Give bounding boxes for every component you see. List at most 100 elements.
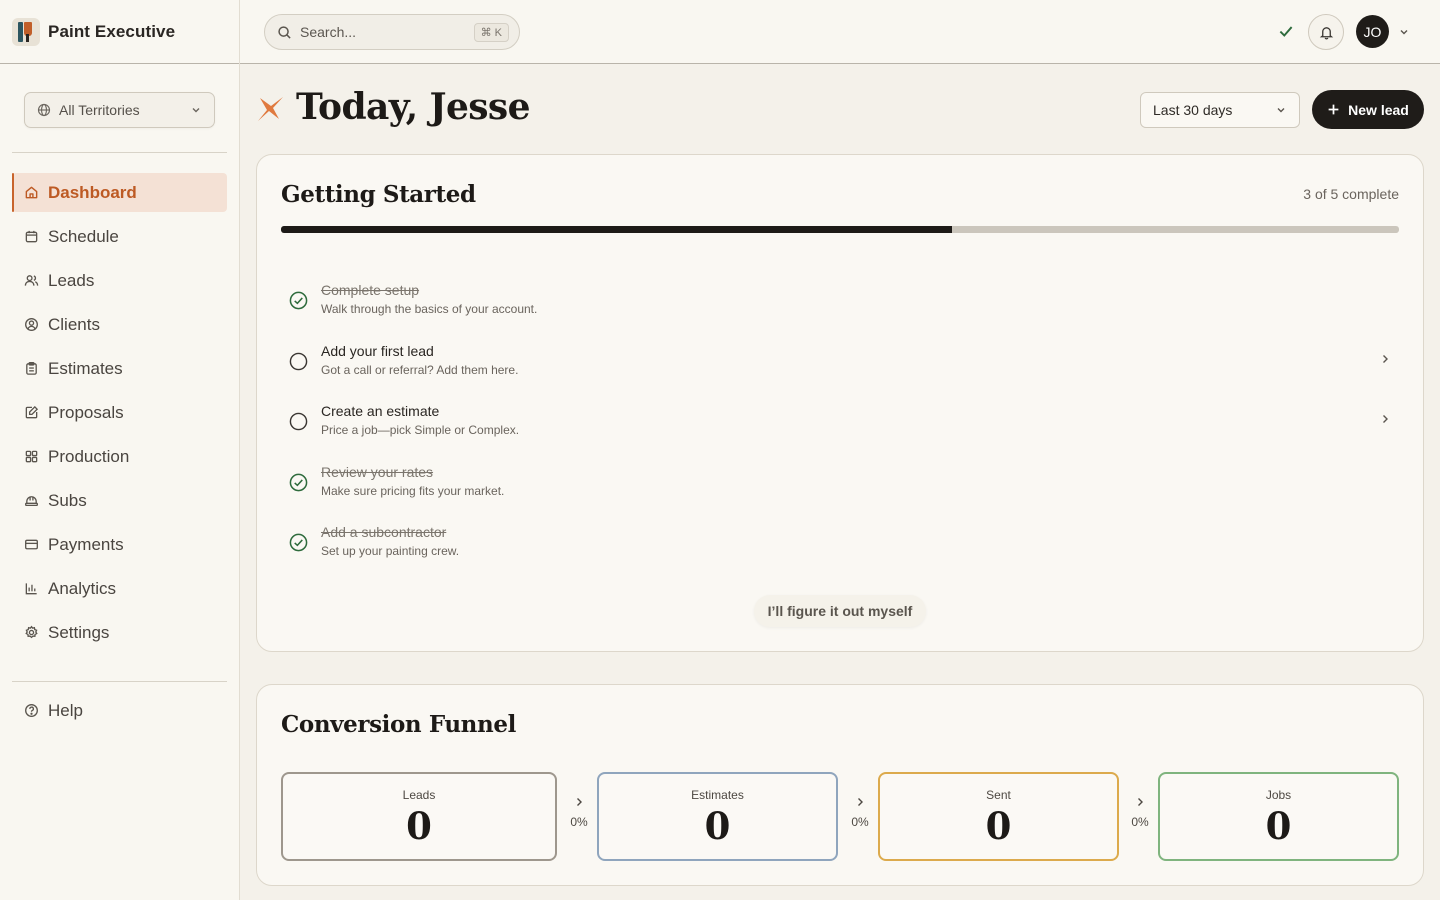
task-title: Create an estimate xyxy=(321,403,440,419)
funnel-stage-leads[interactable]: Leads 0 xyxy=(281,772,557,861)
task-description: Make sure pricing fits your market. xyxy=(321,484,505,498)
funnel-stage-estimates[interactable]: Estimates 0 xyxy=(597,772,838,861)
chevron-right-icon xyxy=(1383,355,1388,363)
stage-label: Sent xyxy=(986,788,1011,802)
stage-label: Jobs xyxy=(1265,788,1292,802)
task-create-estimate[interactable]: Create an estimate Price a job—pick Simp… xyxy=(281,403,1399,443)
sidebar-item-schedule[interactable]: Schedule xyxy=(12,217,227,256)
globe-icon xyxy=(37,103,51,117)
new-lead-label: New lead xyxy=(1348,101,1409,118)
date-range-value: Last 30 days xyxy=(1153,102,1233,118)
credit-card-icon xyxy=(25,539,38,550)
funnel-connector: 0% xyxy=(840,795,880,829)
sidebar-item-label: Leads xyxy=(48,270,95,290)
sidebar-item-label: Clients xyxy=(48,314,100,334)
task-description: Price a job—pick Simple or Complex. xyxy=(321,423,520,437)
grid-icon xyxy=(25,450,38,463)
sidebar-item-clients[interactable]: Clients xyxy=(12,305,227,344)
brand-name: Paint Executive xyxy=(48,21,176,41)
sidebar-item-label: Proposals xyxy=(48,402,124,422)
gear-icon xyxy=(25,625,38,639)
sidebar-item-label: Production xyxy=(48,446,130,466)
dismiss-onboarding-button[interactable]: I’ll figure it out myself xyxy=(754,595,926,627)
territory-select[interactable]: All Territories xyxy=(24,92,215,128)
help-icon xyxy=(25,704,38,717)
sidebar-item-label: Estimates xyxy=(48,358,123,378)
sidebar: Paint Executive All Territories Dashboar… xyxy=(0,0,240,900)
bell-icon xyxy=(1319,26,1333,39)
sidebar-item-dashboard[interactable]: Dashboard xyxy=(12,173,227,212)
funnel-stage-jobs[interactable]: Jobs 0 xyxy=(1158,772,1399,861)
sidebar-item-label: Payments xyxy=(48,534,124,554)
sidebar-item-subs[interactable]: Subs xyxy=(12,481,227,520)
funnel-connector: 0% xyxy=(1120,795,1160,829)
task-add-first-lead[interactable]: Add your first lead Got a call or referr… xyxy=(281,343,1399,383)
progress-fill xyxy=(281,226,952,233)
chevron-down-icon xyxy=(1277,108,1285,113)
new-lead-button[interactable]: New lead xyxy=(1312,90,1424,129)
sidebar-item-proposals[interactable]: Proposals xyxy=(12,393,227,432)
user-circle-icon xyxy=(25,318,38,331)
card-title: Conversion Funnel xyxy=(281,711,516,738)
sidebar-item-payments[interactable]: Payments xyxy=(12,525,227,564)
funnel-stage-sent[interactable]: Sent 0 xyxy=(878,772,1119,861)
search-icon xyxy=(278,25,291,39)
sidebar-item-label: Help xyxy=(48,700,83,720)
chevron-down-icon[interactable] xyxy=(1398,26,1410,38)
sidebar-item-help[interactable]: Help xyxy=(12,691,227,730)
sparkle-icon xyxy=(258,97,283,121)
sidebar-item-estimates[interactable]: Estimates xyxy=(12,349,227,388)
task-complete-setup[interactable]: Complete setup Walk through the basics o… xyxy=(281,282,1399,322)
task-title: Add your first lead xyxy=(321,343,434,359)
progress-bar xyxy=(281,226,1399,233)
stage-value: 0 xyxy=(704,804,731,848)
brand-logo xyxy=(12,17,40,46)
chevron-right-icon xyxy=(1138,798,1143,806)
chevron-right-icon xyxy=(577,798,582,806)
brand[interactable]: Paint Executive xyxy=(0,0,239,64)
conversion-rate: 0% xyxy=(851,815,869,829)
edit-icon xyxy=(25,405,39,419)
avatar[interactable]: JO xyxy=(1356,15,1389,48)
task-title: Review your rates xyxy=(321,464,434,480)
task-description: Got a call or referral? Add them here. xyxy=(321,363,519,377)
task-title: Complete setup xyxy=(321,282,420,298)
divider xyxy=(12,152,227,153)
conversion-rate: 0% xyxy=(1131,815,1149,829)
sidebar-item-analytics[interactable]: Analytics xyxy=(12,569,227,608)
getting-started-card: Getting Started 3 of 5 complete Complete… xyxy=(256,154,1424,652)
search-placeholder: Search... xyxy=(300,24,357,40)
stage-label: Leads xyxy=(402,788,436,802)
notifications-button[interactable] xyxy=(1308,14,1344,50)
territory-label: All Territories xyxy=(59,102,140,118)
task-review-rates[interactable]: Review your rates Make sure pricing fits… xyxy=(281,464,1399,504)
conversion-funnel-card: Conversion Funnel Leads 0 0% Estimates 0… xyxy=(256,684,1424,886)
check-icon[interactable] xyxy=(1277,22,1295,40)
sidebar-item-label: Analytics xyxy=(48,578,117,598)
stage-value: 0 xyxy=(985,804,1012,848)
task-add-subcontractor[interactable]: Add a subcontractor Set up your painting… xyxy=(281,524,1399,564)
sidebar-item-label: Subs xyxy=(48,490,87,510)
sidebar-item-production[interactable]: Production xyxy=(12,437,227,476)
empty-circle-icon xyxy=(289,412,308,431)
empty-circle-icon xyxy=(289,352,308,371)
check-circle-icon xyxy=(289,291,308,310)
search-input[interactable]: Search... ⌘ K xyxy=(264,14,520,50)
keyboard-shortcut: ⌘ K xyxy=(473,22,509,42)
sidebar-item-label: Schedule xyxy=(48,226,119,246)
check-circle-icon xyxy=(289,473,308,492)
hard-hat-icon xyxy=(25,496,38,507)
stage-value: 0 xyxy=(406,804,432,848)
sidebar-nav: Dashboard Schedule Leads Clients Estimat… xyxy=(12,173,227,657)
task-description: Set up your painting crew. xyxy=(321,544,460,558)
funnel-connector: 0% xyxy=(559,795,599,829)
card-title: Getting Started xyxy=(281,181,476,208)
users-icon xyxy=(24,275,39,286)
divider xyxy=(12,681,227,682)
sidebar-item-settings[interactable]: Settings xyxy=(12,613,227,652)
sidebar-item-leads[interactable]: Leads xyxy=(12,261,227,300)
clipboard-icon xyxy=(26,362,37,375)
date-range-select[interactable]: Last 30 days xyxy=(1140,92,1300,128)
chevron-right-icon xyxy=(1383,415,1388,423)
bar-chart-icon xyxy=(25,583,37,595)
